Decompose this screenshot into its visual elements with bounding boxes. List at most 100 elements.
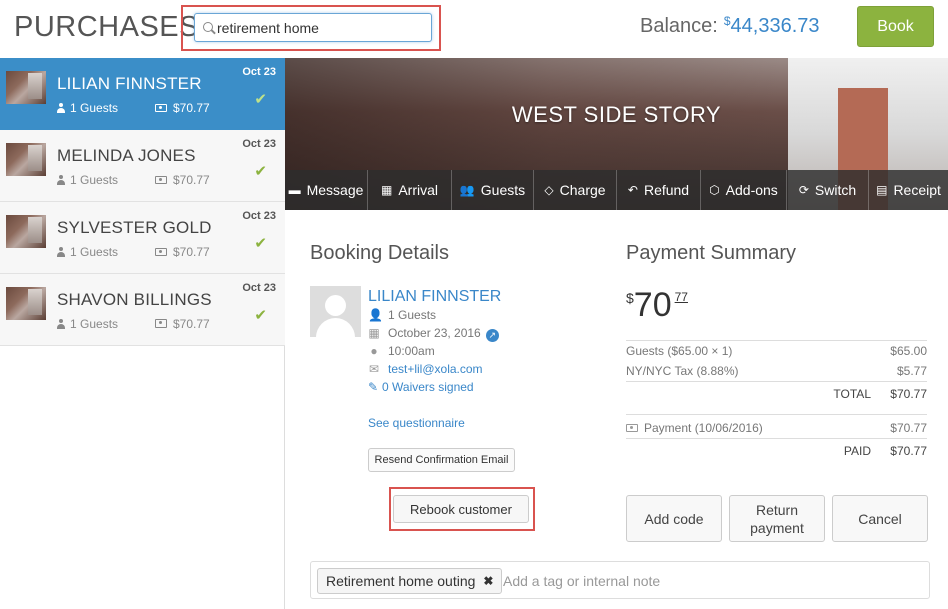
person-icon (57, 319, 65, 329)
payment-line-guests: Guests ($65.00 × 1) $65.00 (626, 341, 927, 361)
action-label: Guests (480, 182, 526, 198)
email-link[interactable]: test+lil@xola.com (388, 362, 483, 376)
divider (626, 438, 927, 439)
booking-date: ▦ October 23, 2016 ↗ (368, 326, 499, 342)
cash-icon (155, 176, 167, 184)
tag-chip-label: Retirement home outing (326, 573, 476, 589)
guest-count-text: 1 Guests (70, 245, 119, 259)
booking-email: ✉ test+lil@xola.com (368, 362, 483, 376)
price-text: $70.77 (173, 245, 210, 259)
customer-name: MELINDA JONES (57, 146, 196, 165)
top-bar: PURCHASES Balance: $44,336.73 Book (0, 0, 948, 58)
customer-name-link[interactable]: LILIAN FINNSTER (368, 288, 501, 306)
booking-date: Oct 23 (242, 138, 276, 150)
refresh-icon: ⟳ (798, 183, 809, 197)
balance-label: Balance: (640, 15, 718, 37)
purchases-list: LILIAN FINNSTER Oct 23 1 Guests $70.77 ✔… (0, 58, 285, 609)
divider (626, 381, 927, 382)
see-questionnaire-link[interactable]: See questionnaire (368, 416, 465, 430)
booking-time: ● 10:00am (368, 344, 435, 358)
cash-icon (626, 424, 638, 432)
page-title: PURCHASES (14, 11, 199, 43)
search-box[interactable] (194, 13, 432, 42)
balance-amount: 44,336.73 (730, 15, 820, 37)
add-code-button[interactable]: Add code (626, 495, 722, 542)
line-label: Guests ($65.00 × 1) (626, 344, 733, 358)
guest-count: 1 Guests (57, 317, 118, 331)
payment-summary-title: Payment Summary (626, 242, 797, 264)
line-amount: $70.77 (890, 421, 927, 435)
payment-line-tax: NY/NYC Tax (8.88%) $5.77 (626, 361, 927, 381)
remove-tag-icon[interactable]: ✖ (483, 574, 493, 588)
payment-line-payment: Payment (10/06/2016) $70.77 (626, 418, 927, 438)
waivers-link[interactable]: 0 Waivers signed (382, 380, 474, 394)
balance: Balance: $44,336.73 (640, 14, 820, 38)
tag-bar: Retirement home outing ✖ (310, 561, 930, 599)
payment-total-line: TOTAL $70.77 (626, 384, 927, 404)
receipt-icon: ▤ (876, 183, 888, 197)
total-amount: $70.77 (890, 387, 927, 401)
guests-button[interactable]: 👥 Guests (452, 170, 534, 210)
grid-icon: ▦ (380, 183, 393, 197)
arrival-button[interactable]: ▦ Arrival (368, 170, 452, 210)
person-icon (57, 175, 65, 185)
return-payment-label-1: Return (755, 501, 799, 518)
experience-thumbnail (6, 71, 46, 104)
tag-chip: Retirement home outing ✖ (317, 568, 503, 594)
return-payment-button[interactable]: Return payment (729, 495, 825, 542)
line-amount: $5.77 (896, 364, 927, 378)
payment-currency: $ (626, 290, 634, 306)
total-label: TOTAL (833, 387, 871, 401)
guest-count-text: 1 Guests (70, 317, 119, 331)
cancel-button[interactable]: Cancel (832, 495, 928, 542)
paid-amount: $70.77 (890, 444, 927, 458)
undo-icon: ↶ (627, 183, 638, 197)
receipt-button[interactable]: ▤ Receipt (869, 170, 948, 210)
action-label: Switch (814, 182, 857, 198)
list-item[interactable]: SHAVON BILLINGS Oct 23 1 Guests $70.77 ✔ (0, 274, 285, 346)
guest-count: 1 Guests (57, 101, 118, 115)
list-item[interactable]: LILIAN FINNSTER Oct 23 1 Guests $70.77 ✔ (0, 58, 285, 130)
tag-input[interactable] (503, 571, 903, 591)
envelope-icon: ✉ (368, 362, 380, 376)
customer-name: LILIAN FINNSTER (57, 74, 202, 93)
balance-currency: $ (723, 14, 731, 28)
rebook-customer-button[interactable]: Rebook customer (393, 495, 529, 523)
guest-count-text: 1 Guests (70, 173, 119, 187)
refund-button[interactable]: ↶ Refund (617, 170, 701, 210)
check-icon: ✔ (254, 235, 267, 252)
cash-icon (155, 104, 167, 112)
experience-title: WEST SIDE STORY (511, 102, 722, 127)
price: $70.77 (155, 317, 210, 331)
resend-confirmation-button[interactable]: Resend Confirmation Email (368, 448, 515, 472)
list-item[interactable]: SYLVESTER GOLD Oct 23 1 Guests $70.77 ✔ (0, 202, 285, 274)
card-icon (155, 319, 167, 328)
check-icon: ✔ (254, 91, 267, 108)
payment-line-label: Payment (10/06/2016) (626, 421, 763, 435)
price: $70.77 (155, 101, 210, 115)
return-payment-label-2: payment (750, 519, 804, 536)
line-amount: $65.00 (890, 344, 927, 358)
book-button[interactable]: Book (857, 6, 934, 47)
clock-icon: ● (370, 344, 378, 358)
message-button[interactable]: ▬ Message (285, 170, 368, 210)
search-input[interactable] (217, 18, 427, 38)
person-icon (57, 103, 65, 113)
pencil-icon: ✎ (368, 380, 379, 394)
charge-button[interactable]: ◇ Charge (534, 170, 617, 210)
experience-thumbnail (6, 143, 46, 176)
speech-bubble-icon: ▬ (288, 183, 301, 197)
avatar (310, 286, 361, 337)
list-item[interactable]: MELINDA JONES Oct 23 1 Guests $70.77 ✔ (0, 130, 285, 202)
add-ons-button[interactable]: ⬡ Add-ons (701, 170, 787, 210)
search-icon (203, 22, 213, 32)
check-icon: ✔ (254, 307, 267, 324)
price: $70.77 (155, 245, 210, 259)
guest-count: 1 Guests (57, 173, 118, 187)
person-icon: 👤 (368, 308, 383, 322)
booking-details-title: Booking Details (310, 242, 449, 264)
line-label: NY/NYC Tax (8.88%) (626, 364, 739, 378)
calendar-link-icon[interactable]: ↗ (485, 329, 499, 342)
switch-button[interactable]: ⟳ Switch (787, 170, 869, 210)
booking-time-text: 10:00am (388, 344, 435, 358)
